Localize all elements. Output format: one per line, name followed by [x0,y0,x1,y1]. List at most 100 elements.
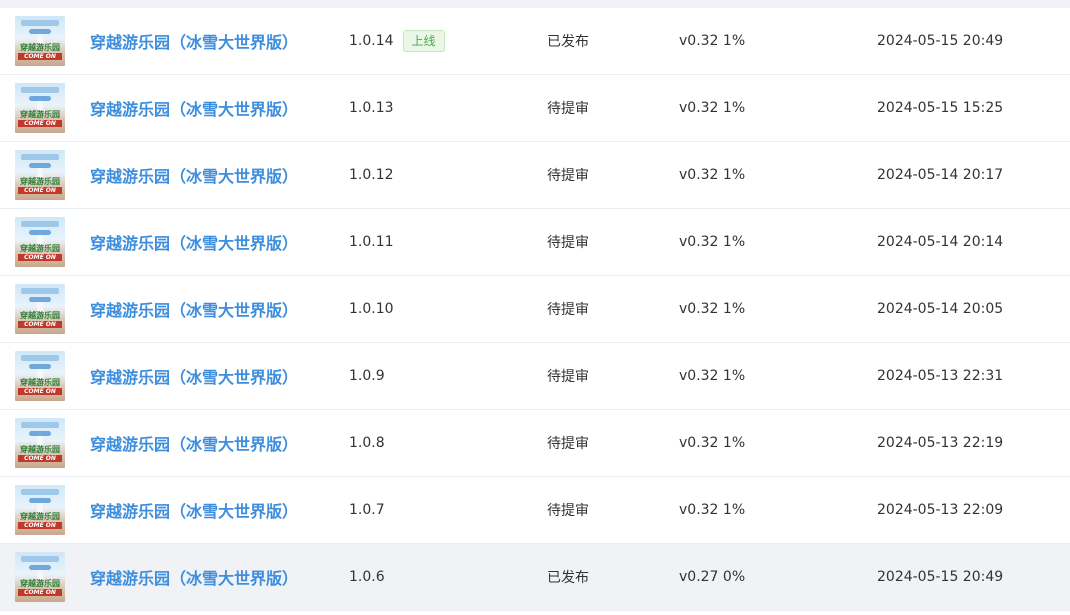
game-cover-thumbnail-icon[interactable]: 穿越游乐园 COME ON [15,485,65,535]
name-cell: 穿越游乐园（冰雪大世界版） [90,276,298,342]
timestamp-text: 2024-05-14 20:14 [877,234,1004,250]
thumb-sky [21,422,59,428]
game-cover-thumbnail-icon[interactable]: 穿越游乐园 COME ON [15,217,65,267]
version-cell: 1.0.7 [349,477,385,543]
sdk-version-text: v0.32 1% [679,234,746,250]
game-name-link[interactable]: 穿越游乐园（冰雪大世界版） [90,230,298,254]
game-cover-thumbnail-icon[interactable]: 穿越游乐园 COME ON [15,16,65,66]
game-name-link[interactable]: 穿越游乐园（冰雪大世界版） [90,163,298,187]
version-cell: 1.0.8 [349,410,385,476]
game-name-link[interactable]: 穿越游乐园（冰雪大世界版） [90,565,298,589]
thumb-sky [21,556,59,562]
version-text: 1.0.12 [349,167,394,183]
status-text: 待提审 [547,369,589,385]
version-cell: 1.0.6 [349,544,385,610]
thumbnail-cell: 穿越游乐园 COME ON [15,276,65,342]
version-cell: 1.0.11 [349,209,394,275]
version-text: 1.0.10 [349,301,394,317]
name-cell: 穿越游乐园（冰雪大世界版） [90,8,298,74]
version-text: 1.0.8 [349,435,385,451]
time-cell: 2024-05-14 20:14 [877,209,1003,275]
thumb-sky [21,288,59,294]
table-row[interactable]: 穿越游乐园 COME ON 穿越游乐园（冰雪大世界版） 1.0.14 上线 已发… [0,8,1070,75]
thumb-title-text: 穿越游乐园 [20,177,60,186]
game-cover-thumbnail-icon[interactable]: 穿越游乐园 COME ON [15,418,65,468]
sdk-version-text: v0.32 1% [679,100,746,116]
game-cover-thumbnail-icon[interactable]: 穿越游乐园 COME ON [15,552,65,602]
online-tag: 上线 [402,30,445,52]
version-text: 1.0.13 [349,100,394,116]
timestamp-text: 2024-05-15 20:49 [877,33,1004,49]
thumb-title-text: 穿越游乐园 [20,579,60,588]
table-row[interactable]: 穿越游乐园 COME ON 穿越游乐园（冰雪大世界版） 1.0.12 待提审 v… [0,142,1070,209]
sdk-cell: v0.32 1% [679,142,745,208]
sdk-cell: v0.32 1% [679,276,745,342]
thumb-title-text: 穿越游乐园 [20,445,60,454]
thumb-title-text: 穿越游乐园 [20,378,60,387]
game-cover-thumbnail-icon[interactable]: 穿越游乐园 COME ON [15,351,65,401]
thumb-title-text: 穿越游乐园 [20,311,60,320]
timestamp-text: 2024-05-15 15:25 [877,100,1004,116]
game-name-link[interactable]: 穿越游乐园（冰雪大世界版） [90,96,298,120]
table-row[interactable]: 穿越游乐园 COME ON 穿越游乐园（冰雪大世界版） 1.0.7 待提审 v0… [0,477,1070,544]
name-cell: 穿越游乐园（冰雪大世界版） [90,142,298,208]
table-row[interactable]: 穿越游乐园 COME ON 穿越游乐园（冰雪大世界版） 1.0.9 待提审 v0… [0,343,1070,410]
table-top-strip [0,0,1070,8]
status-cell: 待提审 [547,276,589,342]
game-name-link[interactable]: 穿越游乐园（冰雪大世界版） [90,364,298,388]
game-name-link[interactable]: 穿越游乐园（冰雪大世界版） [90,498,298,522]
version-cell: 1.0.9 [349,343,385,409]
time-cell: 2024-05-14 20:17 [877,142,1003,208]
thumb-sky [21,221,59,227]
thumb-subtitle-text: COME ON [18,187,62,194]
table-row[interactable]: 穿越游乐园 COME ON 穿越游乐园（冰雪大世界版） 1.0.6 已发布 v0… [0,544,1070,611]
status-cell: 待提审 [547,209,589,275]
timestamp-text: 2024-05-14 20:05 [877,301,1004,317]
time-cell: 2024-05-13 22:31 [877,343,1003,409]
status-text: 待提审 [547,503,589,519]
game-cover-thumbnail-icon[interactable]: 穿越游乐园 COME ON [15,284,65,334]
game-name-link[interactable]: 穿越游乐园（冰雪大世界版） [90,297,298,321]
table-row[interactable]: 穿越游乐园 COME ON 穿越游乐园（冰雪大世界版） 1.0.10 待提审 v… [0,276,1070,343]
game-cover-thumbnail-icon[interactable]: 穿越游乐园 COME ON [15,83,65,133]
sdk-cell: v0.32 1% [679,343,745,409]
thumb-subtitle-text: COME ON [18,589,62,596]
sdk-cell: v0.32 1% [679,75,745,141]
time-cell: 2024-05-13 22:19 [877,410,1003,476]
sdk-version-text: v0.32 1% [679,33,746,49]
thumbnail-cell: 穿越游乐园 COME ON [15,477,65,543]
status-text: 待提审 [547,235,589,251]
game-name-link[interactable]: 穿越游乐园（冰雪大世界版） [90,29,298,53]
time-cell: 2024-05-14 20:05 [877,276,1003,342]
timestamp-text: 2024-05-13 22:31 [877,368,1004,384]
thumb-sky [21,154,59,160]
version-text: 1.0.9 [349,368,385,384]
name-cell: 穿越游乐园（冰雪大世界版） [90,75,298,141]
sdk-version-text: v0.32 1% [679,167,746,183]
thumb-subtitle-text: COME ON [18,455,62,462]
thumb-subtitle-text: COME ON [18,522,62,529]
name-cell: 穿越游乐园（冰雪大世界版） [90,544,298,610]
time-cell: 2024-05-15 20:49 [877,544,1003,610]
table-row[interactable]: 穿越游乐园 COME ON 穿越游乐园（冰雪大世界版） 1.0.13 待提审 v… [0,75,1070,142]
game-name-link[interactable]: 穿越游乐园（冰雪大世界版） [90,431,298,455]
status-text: 已发布 [547,570,589,586]
game-cover-thumbnail-icon[interactable]: 穿越游乐园 COME ON [15,150,65,200]
thumbnail-cell: 穿越游乐园 COME ON [15,343,65,409]
thumb-sky [21,355,59,361]
status-text: 待提审 [547,302,589,318]
thumbnail-cell: 穿越游乐园 COME ON [15,75,65,141]
table-row[interactable]: 穿越游乐园 COME ON 穿越游乐园（冰雪大世界版） 1.0.11 待提审 v… [0,209,1070,276]
thumb-subtitle-text: COME ON [18,53,62,60]
table-row[interactable]: 穿越游乐园 COME ON 穿越游乐园（冰雪大世界版） 1.0.8 待提审 v0… [0,410,1070,477]
sdk-cell: v0.27 0% [679,544,745,610]
status-text: 待提审 [547,168,589,184]
name-cell: 穿越游乐园（冰雪大世界版） [90,343,298,409]
sdk-version-text: v0.32 1% [679,301,746,317]
version-text: 1.0.11 [349,234,394,250]
thumb-sky [21,87,59,93]
status-cell: 待提审 [547,477,589,543]
status-cell: 已发布 [547,544,589,610]
thumb-subtitle-text: COME ON [18,254,62,261]
sdk-version-text: v0.32 1% [679,502,746,518]
